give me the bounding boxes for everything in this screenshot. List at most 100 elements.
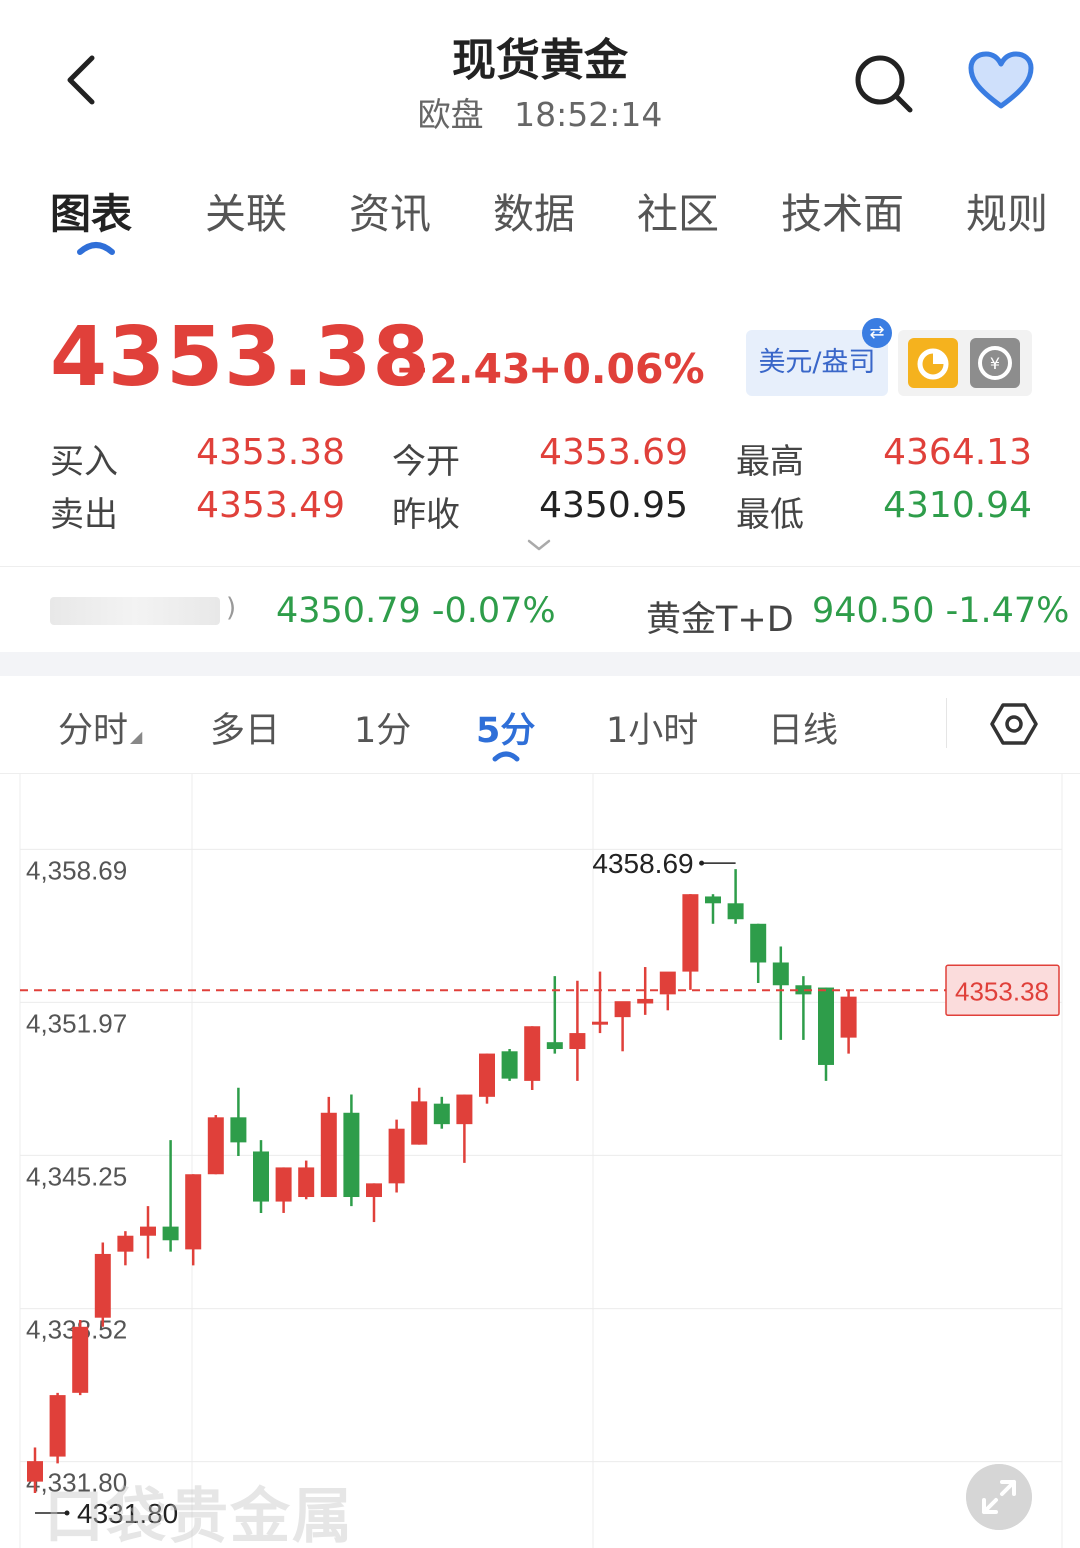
max-annotation-label: 4358.69 (592, 848, 693, 879)
caret-down-icon: ◢ (130, 727, 143, 746)
high-value: 4364.13 (883, 432, 1032, 473)
quote-panel: 4353.38 +2.43 +0.06% 美元/盎司 ⇄ ¥ 买入 4353.3… (0, 300, 1080, 560)
settings-icon[interactable] (990, 700, 1038, 748)
svg-text:¥: ¥ (990, 354, 1000, 373)
ask-value: 4353.49 (196, 485, 345, 526)
period-tab-5min[interactable]: 5分 (476, 702, 535, 753)
prev-close-value: 4350.95 (539, 485, 688, 526)
candle-body (569, 1033, 586, 1050)
candle-body (343, 1112, 360, 1198)
candle-body (185, 1174, 202, 1250)
tab-rules[interactable]: 规则 (966, 180, 1048, 240)
last-price-tag: 4353.38 (955, 976, 1049, 1006)
candle-body (253, 1151, 269, 1202)
session-status: 欧盘 18:52:14 (0, 88, 1080, 136)
heart-icon[interactable] (966, 50, 1036, 112)
y-tick-label: 4,358.69 (26, 855, 127, 885)
candle-body (388, 1128, 405, 1184)
candle-body (162, 1226, 179, 1241)
candle-body (456, 1094, 473, 1125)
y-tick-label: 4,351.97 (26, 1008, 127, 1038)
tool-icons: ¥ (898, 330, 1032, 396)
timer-icon[interactable] (908, 338, 958, 388)
candle-body (72, 1326, 89, 1393)
divider (946, 698, 947, 748)
candle-body (230, 1117, 247, 1143)
page-title: 现货黄金 (452, 35, 628, 86)
period-tab-1min[interactable]: 1分 (354, 702, 411, 753)
tab-chart[interactable]: 图表 (50, 180, 132, 240)
tab-community[interactable]: 社区 (637, 180, 719, 240)
period-tab-multiday[interactable]: 多日 (210, 702, 280, 753)
candle-body (727, 903, 744, 920)
chevron-down-icon[interactable] (526, 538, 552, 552)
candle-body (772, 962, 789, 986)
coin-icon[interactable]: ¥ (970, 338, 1020, 388)
watermark: 口袋贵金属 (44, 1482, 354, 1548)
tab-data[interactable]: 数据 (493, 180, 575, 240)
related-quotes[interactable]: ) 4350.79 -0.07% 黄金T+D 940.50 -1.47% (0, 566, 1080, 652)
period-tabs: 分时 ◢ 多日 1分 5分 1小时 日线 (0, 676, 1080, 774)
candle-body (433, 1103, 450, 1125)
high-label: 最高 (736, 442, 804, 482)
candle-body (614, 1001, 631, 1018)
period-tab-daily[interactable]: 日线 (768, 702, 838, 753)
candle-body (592, 1021, 608, 1025)
last-price: 4353.38 (50, 310, 431, 405)
candle-body (140, 1226, 156, 1236)
active-period-indicator (492, 751, 520, 762)
candle-body (840, 996, 857, 1038)
low-label: 最低 (736, 495, 804, 535)
bid-value: 4353.38 (196, 432, 345, 473)
candle-body (750, 923, 767, 963)
candle-body (298, 1167, 315, 1198)
session-time: 18:52:14 (514, 95, 663, 134)
tab-news[interactable]: 资讯 (349, 180, 431, 240)
candle-body (275, 1167, 292, 1202)
period-tab-intraday-label: 分时 (58, 711, 129, 751)
period-tab-intraday[interactable]: 分时 ◢ (58, 702, 142, 753)
section-divider (0, 652, 1080, 676)
candle-body (479, 1053, 495, 1097)
swap-icon: ⇄ (862, 318, 892, 348)
candle-body (94, 1253, 111, 1318)
related-quote-2-value: 940.50 -1.47% (812, 591, 1070, 631)
bid-label: 买入 (50, 442, 118, 482)
ask-label: 卖出 (50, 495, 118, 535)
related-quote-1: 4350.79 -0.07% (276, 591, 556, 631)
candle-body (27, 1461, 43, 1482)
tab-related[interactable]: 关联 (205, 180, 287, 240)
y-tick-label: 4,345.25 (26, 1161, 127, 1191)
low-value: 4310.94 (883, 485, 1032, 526)
candle-body (411, 1101, 428, 1145)
candle-body (524, 1026, 541, 1081)
blurred-label (50, 597, 220, 625)
open-label: 今开 (392, 442, 460, 482)
tab-technical[interactable]: 技术面 (781, 180, 904, 240)
main-tabs: 图表 关联 资讯 数据 社区 技术面 规则 (0, 170, 1080, 260)
active-tab-indicator (77, 242, 115, 255)
search-icon[interactable] (850, 50, 916, 116)
price-change-percent: +0.06% (528, 345, 705, 393)
top-bar: 现货黄金 欧盘 18:52:14 (0, 0, 1080, 150)
period-tab-1hour[interactable]: 1小时 (606, 702, 698, 753)
chart-canvas[interactable]: 4,358.694,351.974,345.254,338.524,331.80… (0, 774, 1080, 1548)
candle-body (49, 1395, 66, 1457)
fullscreen-icon[interactable] (966, 1464, 1032, 1530)
related-paren: ) (226, 593, 237, 623)
session-label: 欧盘 (417, 95, 484, 134)
related-quote-2-label: 黄金T+D (646, 600, 794, 640)
candle-body (207, 1117, 224, 1175)
candle-body (682, 894, 699, 972)
candlestick-chart[interactable]: 4,358.694,351.974,345.254,338.524,331.80… (0, 774, 1080, 1548)
price-change: +2.43 (395, 345, 531, 393)
max-annotation-dot (699, 860, 705, 866)
candle-body (320, 1112, 337, 1198)
candle-body (705, 896, 721, 904)
candle-body (818, 987, 834, 1065)
candle-body (637, 998, 654, 1004)
candle-body (546, 1042, 563, 1050)
candle-body (366, 1183, 382, 1198)
open-value: 4353.69 (539, 432, 688, 473)
prev-close-label: 昨收 (392, 495, 460, 535)
